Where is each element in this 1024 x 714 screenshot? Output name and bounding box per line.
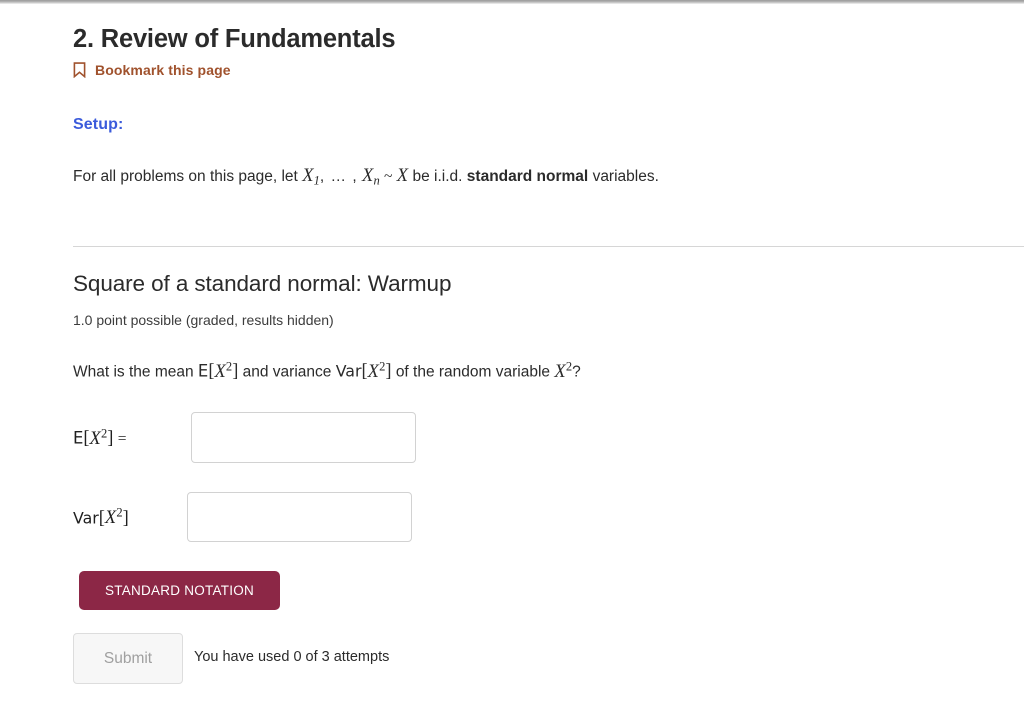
setup-text-before: For all problems on this page, let bbox=[73, 167, 298, 185]
problem-title: Square of a standard normal: Warmup bbox=[73, 271, 452, 296]
math-variable-x-3: X2 bbox=[554, 359, 573, 381]
submit-button[interactable]: Submit bbox=[73, 633, 183, 684]
section-divider bbox=[73, 246, 1024, 247]
math-tilde: ~ bbox=[384, 167, 393, 185]
answer-row-expectation: E[X2] = bbox=[73, 412, 416, 463]
problem-question: What is the mean E[X2] and variance Var[… bbox=[73, 358, 1024, 384]
math-expectation-symbol-label: E bbox=[73, 428, 84, 448]
math-bracket-close-label: ] bbox=[107, 427, 114, 448]
courseware-page: 2. Review of Fundamentals Bookmark this … bbox=[0, 4, 1024, 714]
answer-label-variance: Var[X2] bbox=[73, 506, 187, 529]
math-variable-x: X2 bbox=[214, 359, 233, 381]
setup-statement: For all problems on this page, let X1, …… bbox=[73, 163, 1024, 190]
setup-text-middle: be i.i.d. bbox=[412, 167, 463, 185]
math-var-xn: Xn bbox=[361, 164, 380, 188]
bookmark-this-page-button[interactable]: Bookmark this page bbox=[73, 61, 231, 79]
answer-label-expectation: E[X2] = bbox=[73, 426, 191, 449]
question-part-1: What is the mean bbox=[73, 363, 194, 381]
math-bracket-close-2: ] bbox=[385, 360, 392, 381]
setup-text-after: variables. bbox=[592, 167, 659, 185]
math-bracket-close-label-2: ] bbox=[122, 507, 129, 528]
math-var-x: X bbox=[396, 164, 409, 185]
math-variable-x-label-2: X2 bbox=[104, 505, 123, 528]
setup-text-bold: standard normal bbox=[466, 167, 589, 185]
answer-input-expectation[interactable] bbox=[191, 412, 416, 463]
answer-row-variance: Var[X2] bbox=[73, 492, 412, 542]
setup-heading: Setup: bbox=[73, 115, 124, 133]
math-expectation-symbol: E bbox=[197, 361, 209, 381]
attempts-status-text: You have used 0 of 3 attempts bbox=[194, 649, 390, 665]
math-variable-x-2: X2 bbox=[367, 359, 386, 381]
setup-ellipsis: , … , bbox=[319, 167, 358, 185]
answer-input-variance[interactable] bbox=[187, 492, 412, 542]
problem-block: Square of a standard normal: Warmup 1.0 … bbox=[73, 269, 1024, 385]
unit-header: 2. Review of Fundamentals Bookmark this … bbox=[73, 4, 1024, 190]
problem-points-meta: 1.0 point possible (graded, results hidd… bbox=[73, 312, 334, 329]
question-part-3: of the random variable bbox=[395, 363, 551, 381]
standard-notation-button[interactable]: STANDARD NOTATION bbox=[79, 571, 280, 610]
bookmark-label: Bookmark this page bbox=[95, 61, 231, 78]
question-part-4: ? bbox=[572, 363, 581, 381]
math-variance-symbol-label: Var bbox=[73, 508, 99, 528]
page-title: 2. Review of Fundamentals bbox=[73, 25, 396, 53]
math-var-x1: X1 bbox=[302, 164, 320, 188]
bookmark-icon bbox=[73, 62, 86, 79]
math-equals-sign: = bbox=[117, 430, 127, 448]
math-variable-x-label: X2 bbox=[89, 426, 108, 448]
math-variance-symbol: Var bbox=[335, 361, 362, 381]
question-part-2: and variance bbox=[242, 363, 332, 381]
math-bracket-close: ] bbox=[232, 360, 239, 381]
